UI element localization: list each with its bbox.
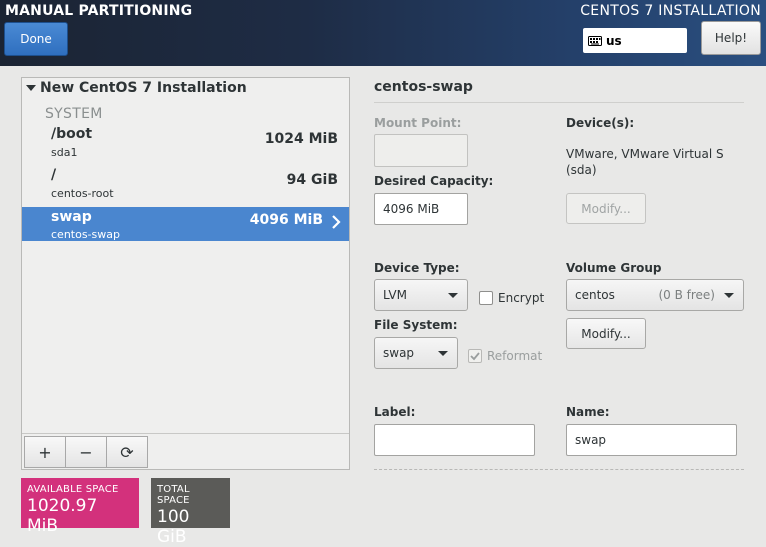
plus-icon: +	[38, 442, 52, 462]
partition-toolbar: + − ⟳	[22, 433, 349, 470]
reformat-checkbox[interactable]	[468, 349, 482, 363]
name-input[interactable]: swap	[566, 424, 737, 456]
volume-group-label: Volume Group	[566, 261, 662, 275]
chevron-down-icon	[448, 293, 458, 298]
minus-icon: −	[79, 442, 93, 462]
chevron-right-icon	[332, 215, 341, 229]
partition-size: 94 GiB	[286, 172, 338, 188]
volume-group-value: centos	[575, 288, 615, 302]
total-space-label: TOTAL SPACE	[157, 484, 190, 506]
available-space-box: AVAILABLE SPACE 1020.97 MiB	[21, 478, 139, 536]
name-field-label: Name:	[566, 405, 610, 419]
devices-value-line1: VMware, VMware Virtual S	[566, 147, 724, 161]
done-button[interactable]: Done	[4, 22, 68, 56]
refresh-icon: ⟳	[120, 442, 134, 462]
expander-arrow-icon	[26, 85, 36, 91]
chevron-down-icon	[438, 351, 448, 356]
total-space-value: 100 GiB	[157, 507, 190, 547]
partition-mount: swap	[51, 209, 92, 225]
partition-device: centos-swap	[51, 228, 120, 241]
partition-size: 1024 MiB	[264, 131, 338, 147]
available-space-value: 1020.97 MiB	[27, 496, 98, 536]
devices-value-line2: (sda)	[566, 163, 597, 177]
section-divider	[374, 102, 744, 103]
available-space-label: AVAILABLE SPACE	[27, 484, 119, 495]
device-type-value: LVM	[383, 288, 407, 302]
remove-partition-button[interactable]: −	[65, 436, 107, 468]
keyboard-layout-indicator[interactable]: us	[583, 28, 687, 53]
refresh-button[interactable]: ⟳	[106, 436, 148, 468]
partition-list-panel: New CentOS 7 Installation SYSTEM /boot s…	[21, 77, 350, 470]
help-button[interactable]: Help!	[701, 21, 761, 55]
installation-title: New CentOS 7 Installation	[40, 80, 247, 96]
dashed-divider	[374, 469, 744, 470]
file-system-select[interactable]: swap	[374, 337, 458, 369]
volume-group-free: (0 B free)	[658, 288, 715, 302]
mount-point-label: Mount Point:	[374, 116, 462, 130]
partition-row-root[interactable]: / centos-root 94 GiB	[22, 167, 349, 201]
devices-label: Device(s):	[566, 116, 635, 130]
mount-point-input[interactable]	[374, 134, 468, 167]
keyboard-icon	[588, 35, 602, 46]
system-group-label: SYSTEM	[45, 106, 103, 122]
partition-device: centos-root	[51, 187, 114, 200]
chevron-down-icon	[724, 293, 734, 298]
modify-devices-button[interactable]: Modify...	[566, 193, 646, 224]
partition-size: 4096 MiB	[249, 212, 323, 228]
encrypt-checkbox[interactable]	[479, 291, 493, 305]
partition-mount: /boot	[51, 126, 93, 142]
file-system-label: File System:	[374, 318, 458, 332]
page-title: MANUAL PARTITIONING	[5, 3, 193, 19]
desired-capacity-label: Desired Capacity:	[374, 174, 494, 188]
partition-device: sda1	[51, 146, 78, 159]
desired-capacity-input[interactable]: 4096 MiB	[374, 193, 468, 225]
device-type-label: Device Type:	[374, 261, 460, 275]
partition-row-boot[interactable]: /boot sda1 1024 MiB	[22, 126, 349, 160]
partition-mount: /	[51, 167, 57, 183]
device-type-select[interactable]: LVM	[374, 279, 468, 311]
checkmark-icon	[470, 352, 480, 361]
selected-partition-title: centos-swap	[374, 79, 473, 95]
header-bar: MANUAL PARTITIONING CENTOS 7 INSTALLATIO…	[0, 0, 766, 66]
modify-volume-group-button[interactable]: Modify...	[566, 318, 646, 349]
partition-row-swap[interactable]: swap centos-swap 4096 MiB	[22, 207, 349, 241]
add-partition-button[interactable]: +	[24, 436, 66, 468]
keyboard-layout-label: us	[606, 33, 622, 48]
label-field-label: Label:	[374, 405, 416, 419]
volume-group-select[interactable]: centos (0 B free)	[566, 279, 744, 311]
product-title: CENTOS 7 INSTALLATION	[580, 3, 761, 19]
encrypt-label: Encrypt	[498, 291, 545, 305]
file-system-value: swap	[383, 346, 415, 360]
reformat-label: Reformat	[487, 349, 543, 363]
installation-header[interactable]: New CentOS 7 Installation	[26, 80, 247, 96]
total-space-box: TOTAL SPACE 100 GiB	[151, 478, 230, 547]
label-input[interactable]	[374, 424, 535, 456]
